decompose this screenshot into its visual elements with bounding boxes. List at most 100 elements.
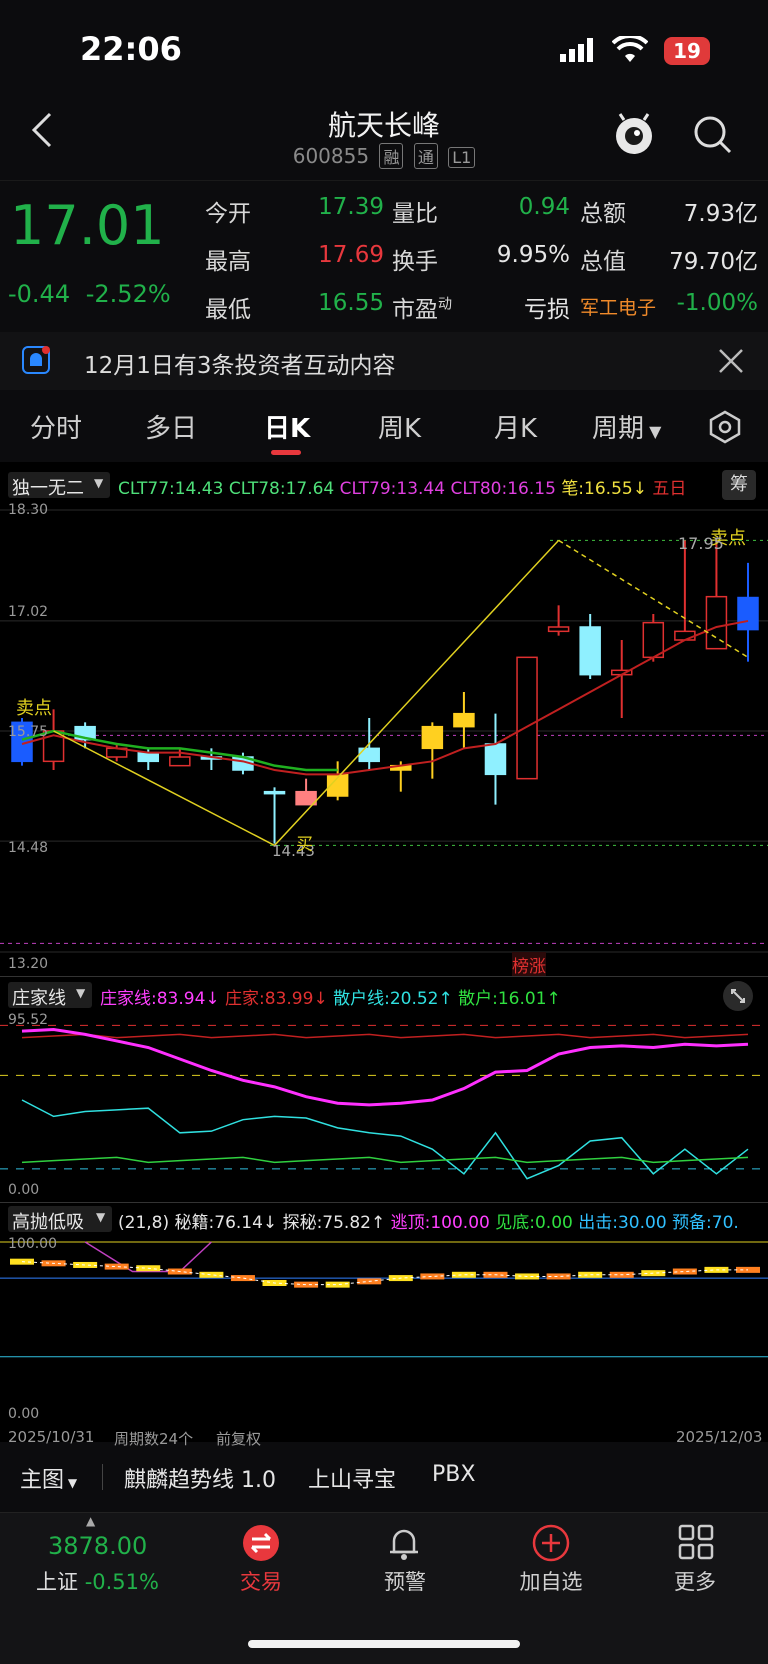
tab-alert[interactable]: 预警 <box>364 1566 446 1596</box>
sector-name[interactable]: 军工电子 <box>580 293 656 320</box>
legend-clt77: CLT77:14.43 <box>118 479 224 499</box>
value-turnover-rate: 9.95% <box>496 242 570 268</box>
tab-add-watchlist[interactable]: 加自选 <box>508 1566 594 1596</box>
indicator-qilin[interactable]: 麒麟趋势线 1.0 <box>124 1462 276 1494</box>
sub1-chart[interactable] <box>0 1010 768 1200</box>
divider <box>0 1202 768 1203</box>
value-low: 16.55 <box>318 290 384 316</box>
caret-down-icon: ▼ <box>96 1210 106 1224</box>
candle-body <box>263 790 286 795</box>
candles <box>11 540 759 844</box>
tab-period-label: 周期 <box>592 414 645 444</box>
legend-sanhuxian: 散户线:20.52↑ <box>333 989 453 1009</box>
tab-active-indicator <box>271 450 301 455</box>
label-volume-ratio: 量比 <box>392 201 438 227</box>
candle-body <box>421 725 444 750</box>
close-icon[interactable] <box>718 348 744 378</box>
main-grid <box>0 509 768 953</box>
tab-intraday[interactable]: 分时 <box>30 408 82 445</box>
main-chart-selector-label: 主图 <box>20 1468 65 1493</box>
index-name: 上证 <box>36 1570 78 1594</box>
legend-jiandi: 见底:0.00 <box>495 1213 573 1233</box>
candle-body <box>705 595 728 650</box>
tab-trade[interactable]: 交易 <box>220 1566 302 1596</box>
sell-point-left: 卖点 <box>16 698 52 719</box>
tab-monthly-k[interactable]: 月K <box>494 408 537 445</box>
settings-hex-icon[interactable] <box>708 410 742 448</box>
legend-clt78: CLT78:17.64 <box>228 479 335 499</box>
sub1-indicator-dropdown[interactable]: 庄家线 ▼ <box>8 982 92 1009</box>
legend-tanmi: 探秘:75.82↑ <box>282 1213 386 1233</box>
sub2-chart[interactable] <box>0 1234 768 1424</box>
sub1-lines <box>0 1024 768 1180</box>
caret-down-icon: ▼ <box>76 986 86 1000</box>
index-info[interactable]: 上证 -0.51% <box>36 1566 159 1596</box>
main-legend: CLT77:14.43 CLT78:17.64 CLT79:13.44 CLT8… <box>118 474 718 499</box>
caret-down-icon: ▼ <box>644 422 662 441</box>
grid-more-icon[interactable] <box>678 1524 714 1564</box>
label-low: 最低 <box>205 297 251 323</box>
main-indicator-dropdown[interactable]: 独一无二 ▼ <box>8 472 110 499</box>
high-price-label: 17.95 <box>678 534 724 553</box>
bell-icon[interactable] <box>386 1524 422 1566</box>
tab-multiday[interactable]: 多日 <box>145 408 197 445</box>
candle-body <box>484 743 507 776</box>
current-price: 17.01 <box>10 194 165 257</box>
search-icon[interactable] <box>692 114 734 160</box>
sub2-indicator-name: 高抛低吸 <box>12 1212 84 1233</box>
tab-weekly-k[interactable]: 周K <box>378 408 421 445</box>
main-chart[interactable] <box>0 500 768 972</box>
indicator-pbx[interactable]: PBX <box>432 1462 475 1487</box>
sub1-legend: 庄家线:83.94↓ 庄家:83.99↓ 散户线:20.52↑ 散户:16.01… <box>100 984 561 1009</box>
candle-body <box>579 626 601 676</box>
main-chart-selector[interactable]: 主图 ▼ <box>20 1462 77 1494</box>
trade-icon[interactable] <box>242 1524 280 1566</box>
chip-distribution-button[interactable]: 筹 <box>722 470 756 500</box>
value-pe: 亏损 <box>524 297 570 323</box>
sub1-y-top: 95.52 <box>8 1012 49 1028</box>
sub2-y-bottom: 0.00 <box>8 1406 40 1422</box>
label-market-cap: 总值 <box>580 249 626 275</box>
candle-body <box>137 751 160 763</box>
home-indicator <box>248 1640 520 1648</box>
tab-period[interactable]: 周期 ▼ <box>592 408 661 445</box>
legend-zhuangjia: 庄家:83.99↓ <box>225 989 328 1009</box>
bell-notify-icon <box>22 346 50 380</box>
label-high: 最高 <box>205 249 251 275</box>
y-label-bottom: 13.20 <box>8 956 49 972</box>
status-time: 22:06 <box>80 30 182 68</box>
legend-yubei: 预备:70. <box>672 1213 739 1233</box>
mascot-icon[interactable] <box>612 112 656 160</box>
tab-more[interactable]: 更多 <box>654 1566 736 1596</box>
sub2-indicator-dropdown[interactable]: 高抛低吸 ▼ <box>8 1206 112 1233</box>
signal-bar <box>199 1271 224 1278</box>
main-indicator-name: 独一无二 <box>12 478 84 499</box>
sub1-indicator-name: 庄家线 <box>12 988 66 1009</box>
sub2-legend: (21,8) 秘籍:76.14↓ 探秘:75.82↑ 逃顶:100.00 见底:… <box>118 1208 768 1233</box>
sub1-y-bottom: 0.00 <box>8 1182 40 1198</box>
tab-daily-k[interactable]: 日K <box>264 408 310 445</box>
candle-body <box>295 790 317 806</box>
add-watchlist-icon[interactable] <box>532 1524 570 1566</box>
indicator-shangshan[interactable]: 上山寻宝 <box>308 1462 396 1494</box>
index-value[interactable]: 3878.00 <box>48 1532 147 1560</box>
legend-taoding: 逃顶:100.00 <box>390 1213 490 1233</box>
caret-up-icon: ▲ <box>86 1514 96 1528</box>
legend-param: (21,8) <box>118 1213 170 1233</box>
change-value: -0.44 <box>8 280 71 308</box>
y-label-top: 18.30 <box>8 502 49 518</box>
y-label-4: 14.48 <box>8 840 49 856</box>
signal-icon <box>560 38 596 66</box>
legend-ma5: 五日 <box>652 479 687 499</box>
candle-body <box>453 712 475 728</box>
candle-body <box>516 656 538 780</box>
ranking-badge[interactable]: 榜涨 <box>512 952 546 977</box>
caret-down-icon: ▼ <box>94 476 104 490</box>
tag-margin: 融 <box>379 143 404 169</box>
main-lines <box>21 539 749 847</box>
legend-chuji: 出击:30.00 <box>578 1213 667 1233</box>
battery-indicator: 19 <box>664 37 710 65</box>
sector-change: -1.00% <box>676 290 758 316</box>
buy-point-label: 买 <box>296 835 313 855</box>
sub2-y-top: 100.00 <box>8 1236 57 1252</box>
